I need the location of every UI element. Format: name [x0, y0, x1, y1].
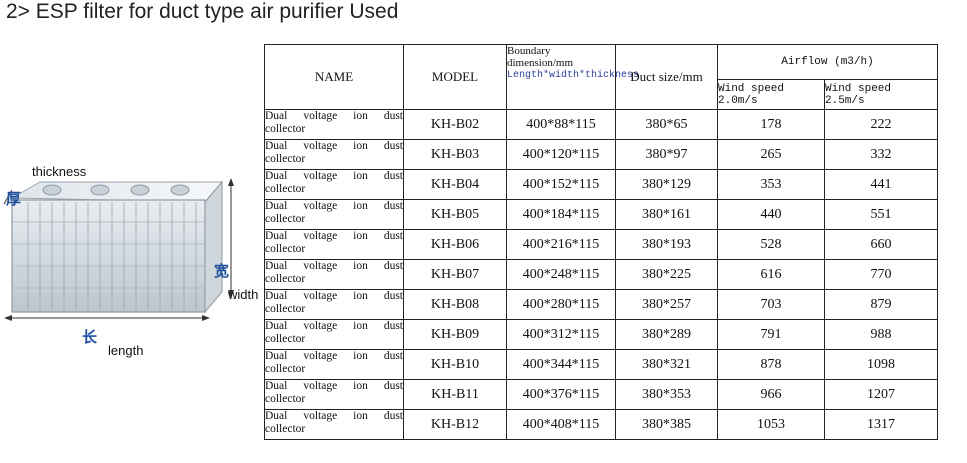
header-wind-1: Wind speed 2.0m/s [717, 79, 825, 110]
header-boundary-title: Boundary dimension/mm [507, 45, 573, 69]
esp-filter-illustration: thickness 厚 宽 width 长 length [0, 160, 270, 370]
length-label: length [108, 343, 144, 358]
row-name-cell: Dual voltage ion dust collector [264, 139, 404, 170]
row-name-cell: Dual voltage ion dust collector [264, 349, 404, 380]
header-boundary: Boundary dimension/mm Length*width*thick… [506, 44, 640, 110]
header-model: MODEL [403, 44, 507, 110]
row-airflow-2-5-cell: 551 [823, 199, 939, 230]
row-model-cell: KH-B12 [403, 409, 507, 440]
table-row: Dual voltage ion dust collector KH-B04 400… [264, 169, 939, 200]
row-airflow-2-5-cell: 660 [823, 229, 939, 260]
row-duct-cell: 380*129 [615, 169, 718, 200]
row-airflow-2-0-cell: 440 [717, 199, 825, 230]
row-airflow-2-5-cell: 1207 [823, 379, 939, 410]
row-duct-cell: 380*65 [615, 109, 718, 140]
row-airflow-2-5-cell: 988 [823, 319, 939, 350]
row-duct-cell: 380*193 [615, 229, 718, 260]
row-airflow-2-5-cell: 770 [823, 259, 939, 290]
row-name-cell: Dual voltage ion dust collector [264, 319, 404, 350]
row-airflow-2-0-cell: 703 [717, 289, 825, 320]
row-name-cell: Dual voltage ion dust collector [264, 259, 404, 290]
page-title: 2> ESP filter for duct type air purifier… [6, 0, 399, 23]
row-model-cell: KH-B08 [403, 289, 507, 320]
row-duct-cell: 380*321 [615, 349, 718, 380]
row-boundary-cell: 400*248*115 [506, 259, 616, 290]
row-duct-cell: 380*353 [615, 379, 718, 410]
row-boundary-cell: 400*120*115 [506, 139, 616, 170]
row-boundary-cell: 400*152*115 [506, 169, 616, 200]
row-airflow-2-5-cell: 1317 [823, 409, 939, 440]
row-name-cell: Dual voltage ion dust collector [264, 289, 404, 320]
row-airflow-2-0-cell: 178 [717, 109, 825, 140]
row-airflow-2-0-cell: 616 [717, 259, 825, 290]
row-boundary-cell: 400*408*115 [506, 409, 616, 440]
row-boundary-cell: 400*344*115 [506, 349, 616, 380]
header-duct: Duct size/mm [615, 44, 718, 110]
row-duct-cell: 380*257 [615, 289, 718, 320]
esp-filter-icon [3, 178, 234, 321]
row-model-cell: KH-B03 [403, 139, 507, 170]
row-name-cell: Dual voltage ion dust collector [264, 379, 404, 410]
row-airflow-2-0-cell: 1053 [717, 409, 825, 440]
row-model-cell: KH-B11 [403, 379, 507, 410]
row-name-cell: Dual voltage ion dust collector [264, 409, 404, 440]
width-label: width [228, 287, 259, 302]
row-model-cell: KH-B02 [403, 109, 507, 140]
row-duct-cell: 380*97 [615, 139, 718, 170]
spec-table: NAME MODEL Boundary dimension/mm Length*… [264, 44, 939, 440]
row-name-cell: Dual voltage ion dust collector [264, 199, 404, 230]
row-boundary-cell: 400*376*115 [506, 379, 616, 410]
length-cjk-label: 长 [82, 328, 98, 346]
row-airflow-2-0-cell: 878 [717, 349, 825, 380]
row-airflow-2-5-cell: 1098 [823, 349, 939, 380]
table-row: Dual voltage ion dust collector KH-B12 400… [264, 409, 939, 440]
row-airflow-2-5-cell: 332 [823, 139, 939, 170]
width-cjk-label: 宽 [214, 262, 230, 280]
header-name: NAME [264, 44, 404, 110]
row-duct-cell: 380*161 [615, 199, 718, 230]
row-boundary-cell: 400*88*115 [506, 109, 616, 140]
table-row: Dual voltage ion dust collector KH-B07 400… [264, 259, 939, 290]
header-boundary-sub: Length*width*thickness [507, 70, 640, 81]
row-duct-cell: 380*289 [615, 319, 718, 350]
table-row: Dual voltage ion dust collector KH-B02 400… [264, 109, 939, 140]
row-name-cell: Dual voltage ion dust collector [264, 229, 404, 260]
row-airflow-2-5-cell: 441 [823, 169, 939, 200]
table-row: Dual voltage ion dust collector KH-B03 400… [264, 139, 939, 170]
row-boundary-cell: 400*184*115 [506, 199, 616, 230]
table-row: Dual voltage ion dust collector KH-B09 400… [264, 319, 939, 350]
table-row: Dual voltage ion dust collector KH-B05 400… [264, 199, 939, 230]
table-row: Dual voltage ion dust collector KH-B11 400… [264, 379, 939, 410]
header-airflow: Airflow (m3/h) [716, 44, 939, 80]
table-row: Dual voltage ion dust collector KH-B08 400… [264, 289, 939, 320]
header-wind-2: Wind speed 2.5m/s [823, 79, 939, 110]
row-airflow-2-0-cell: 528 [717, 229, 825, 260]
row-airflow-2-0-cell: 791 [717, 319, 825, 350]
row-model-cell: KH-B10 [403, 349, 507, 380]
table-row: Dual voltage ion dust collector KH-B10 400… [264, 349, 939, 380]
row-model-cell: KH-B09 [403, 319, 507, 350]
row-airflow-2-5-cell: 222 [823, 109, 939, 140]
row-model-cell: KH-B07 [403, 259, 507, 290]
row-boundary-cell: 400*280*115 [506, 289, 616, 320]
row-airflow-2-0-cell: 265 [717, 139, 825, 170]
table-row: Dual voltage ion dust collector KH-B06 400… [264, 229, 939, 260]
thickness-cjk-label: 厚 [6, 190, 22, 208]
row-boundary-cell: 400*216*115 [506, 229, 616, 260]
row-duct-cell: 380*225 [615, 259, 718, 290]
thickness-label: thickness [32, 164, 87, 179]
row-airflow-2-5-cell: 879 [823, 289, 939, 320]
row-name-cell: Dual voltage ion dust collector [264, 109, 404, 140]
row-model-cell: KH-B05 [403, 199, 507, 230]
row-model-cell: KH-B04 [403, 169, 507, 200]
row-airflow-2-0-cell: 966 [717, 379, 825, 410]
row-name-cell: Dual voltage ion dust collector [264, 169, 404, 200]
row-airflow-2-0-cell: 353 [717, 169, 825, 200]
row-model-cell: KH-B06 [403, 229, 507, 260]
row-boundary-cell: 400*312*115 [506, 319, 616, 350]
row-duct-cell: 380*385 [615, 409, 718, 440]
